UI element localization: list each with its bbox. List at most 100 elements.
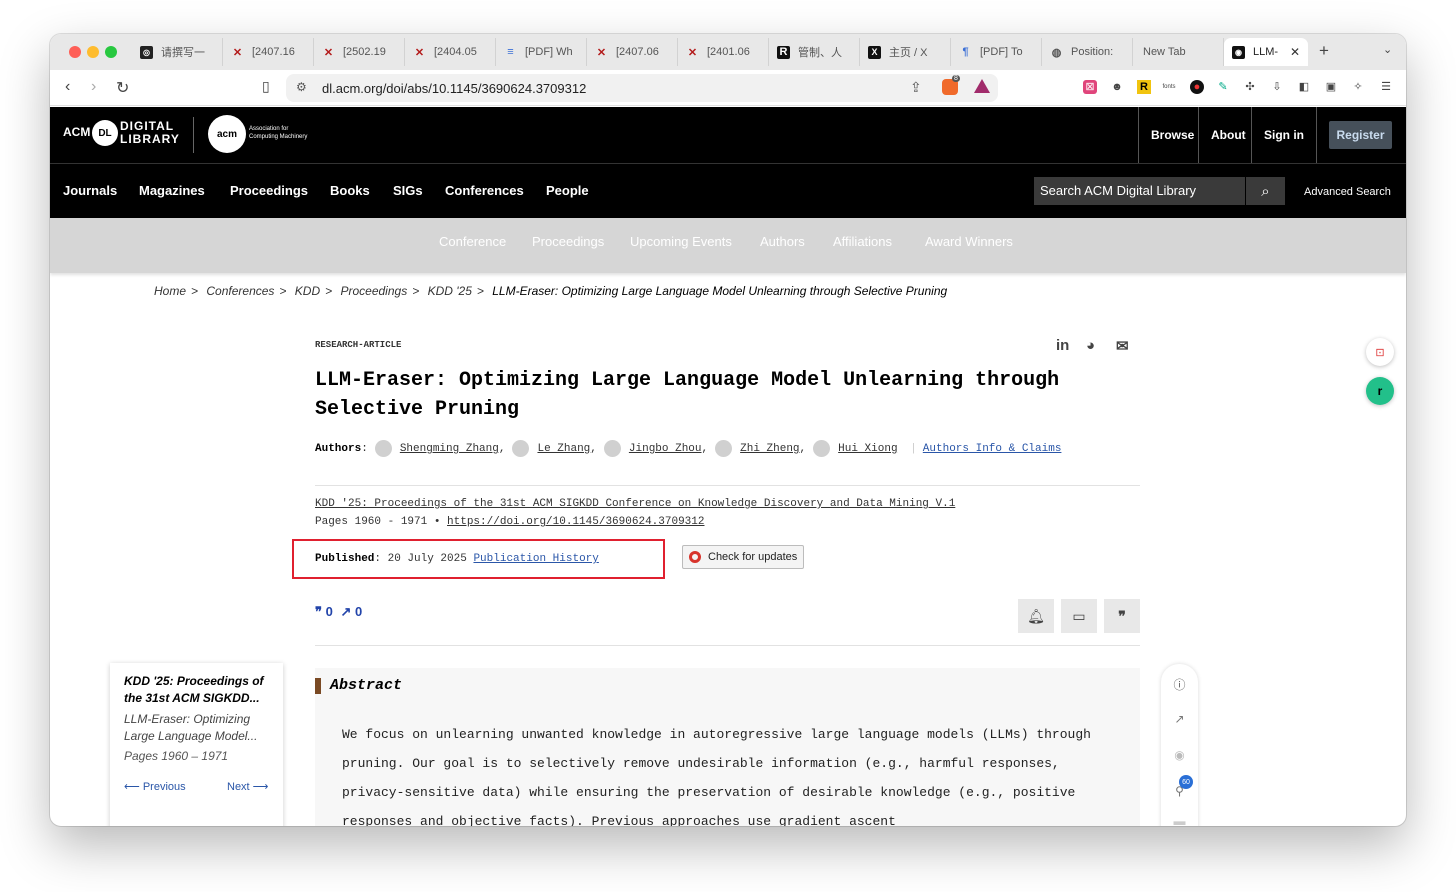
- fonts-extension-icon[interactable]: fonts: [1162, 80, 1176, 94]
- published-date: 20 July 2025: [387, 553, 467, 565]
- extension-icon[interactable]: ⊠: [1083, 80, 1097, 94]
- nav-people[interactable]: People: [546, 183, 589, 198]
- browser-toolbar: ‹ › ↻ ▯ ⚙ dl.acm.org/doi/abs/10.1145/369…: [50, 70, 1406, 106]
- download-count[interactable]: 0: [355, 604, 362, 619]
- browser-tab[interactable]: ≡ [PDF] Wh: [496, 38, 587, 66]
- back-icon[interactable]: ‹: [65, 78, 70, 96]
- breadcrumb-home[interactable]: Home: [154, 284, 186, 298]
- minimize-window-button[interactable]: [87, 46, 99, 58]
- breadcrumb-conferences[interactable]: Conferences: [206, 284, 274, 298]
- browser-tab[interactable]: ✕ [2502.19: [314, 38, 405, 66]
- nav-conferences[interactable]: Conferences: [445, 183, 524, 198]
- forward-icon[interactable]: ›: [91, 78, 96, 96]
- check-for-updates-button[interactable]: Check for updates: [682, 545, 804, 569]
- table-icon[interactable]: ▬: [1161, 814, 1198, 826]
- nav-sigs[interactable]: SIGs: [393, 183, 423, 198]
- email-icon[interactable]: ✉: [1116, 337, 1129, 355]
- advanced-search-link[interactable]: Advanced Search: [1304, 186, 1391, 198]
- assistant-extension-icon[interactable]: r: [1366, 377, 1394, 405]
- citation-count[interactable]: 0: [326, 604, 333, 619]
- folder-plus-icon: ▭: [1072, 607, 1086, 624]
- leo-ai-icon[interactable]: ✧: [1351, 80, 1365, 94]
- screenshot-extension-icon[interactable]: ⊡: [1366, 338, 1394, 366]
- browser-tab[interactable]: ✕ [2404.05: [405, 38, 496, 66]
- nav-proceedings[interactable]: Proceedings: [230, 183, 308, 198]
- nav-magazines[interactable]: Magazines: [139, 183, 205, 198]
- brave-rewards-icon[interactable]: [974, 79, 990, 93]
- bookmark-icon[interactable]: ▯: [262, 78, 270, 95]
- breadcrumb-proceedings[interactable]: Proceedings: [340, 284, 407, 298]
- sidebar-icon[interactable]: ◧: [1297, 80, 1311, 94]
- reload-icon[interactable]: ↻: [116, 78, 129, 98]
- site-settings-icon[interactable]: ⚙: [296, 80, 307, 94]
- subnav-proceedings[interactable]: Proceedings: [532, 234, 604, 249]
- browser-tab[interactable]: ✕ [2401.06: [678, 38, 769, 66]
- browser-tab-active[interactable]: ◉ LLM- ✕: [1224, 38, 1308, 66]
- browser-tab[interactable]: X 主页 / X: [860, 38, 951, 66]
- zoom-window-button[interactable]: [105, 46, 117, 58]
- wallet-icon[interactable]: ▣: [1324, 80, 1338, 94]
- nav-books[interactable]: Books: [330, 183, 370, 198]
- cite-button[interactable]: ❞: [1104, 599, 1140, 633]
- nav-journals[interactable]: Journals: [63, 183, 117, 198]
- author-link[interactable]: Zhi Zheng: [740, 443, 799, 455]
- arxiv-x-icon: ✕: [232, 46, 243, 59]
- publication-history-link[interactable]: Publication History: [473, 553, 598, 565]
- subnav-authors[interactable]: Authors: [760, 234, 805, 249]
- browser-tab[interactable]: R 管制、人: [769, 38, 860, 66]
- breadcrumb-kdd25[interactable]: KDD '25: [428, 284, 472, 298]
- share-icon[interactable]: ⇪: [910, 79, 922, 96]
- extension-icon[interactable]: ☻: [1110, 80, 1124, 94]
- extension-icon[interactable]: ✎: [1216, 80, 1230, 94]
- next-link[interactable]: Next ⟶: [227, 780, 268, 793]
- breadcrumb-kdd[interactable]: KDD: [295, 284, 320, 298]
- proceedings-link[interactable]: KDD '25: Proceedings of the 31st ACM SIG…: [315, 495, 955, 513]
- menu-icon[interactable]: ☰: [1379, 80, 1393, 94]
- search-input[interactable]: Search ACM Digital Library: [1034, 177, 1245, 205]
- browse-link[interactable]: Browse: [1138, 107, 1206, 163]
- reddit-icon[interactable]: ◕: [1086, 337, 1095, 354]
- extensions-puzzle-icon[interactable]: ✣: [1243, 80, 1257, 94]
- linkedin-icon[interactable]: in: [1056, 337, 1069, 354]
- download-icon[interactable]: ⇩: [1270, 80, 1284, 94]
- authors-info-link[interactable]: Authors Info & Claims: [923, 443, 1062, 455]
- chevron-down-icon[interactable]: ⌄: [1383, 43, 1392, 56]
- extension-icon[interactable]: ●: [1190, 80, 1204, 94]
- close-window-button[interactable]: [69, 46, 81, 58]
- subnav-conference[interactable]: Conference: [439, 234, 506, 249]
- chatgpt-icon: ◎: [140, 45, 153, 59]
- sign-in-link[interactable]: Sign in: [1251, 107, 1317, 163]
- browser-tab[interactable]: ◍ Position:: [1042, 38, 1133, 66]
- address-bar[interactable]: ⚙ dl.acm.org/doi/abs/10.1145/3690624.370…: [286, 74, 998, 102]
- register-button[interactable]: Register: [1329, 121, 1392, 149]
- info-icon[interactable]: ⓘ: [1161, 676, 1198, 693]
- article-side-rail: ⓘ ↗ ◉ ⚲ ▬: [1161, 664, 1198, 826]
- previous-link[interactable]: ⟵ Previous: [124, 780, 186, 793]
- eye-icon[interactable]: ◉: [1161, 748, 1198, 762]
- author-link[interactable]: Jingbo Zhou: [629, 443, 702, 455]
- browser-tab[interactable]: New Tab: [1133, 38, 1224, 66]
- published-label: Published: [315, 553, 375, 565]
- new-tab-button[interactable]: +: [1319, 41, 1329, 61]
- acm-logo[interactable]: acm: [208, 115, 246, 153]
- browser-tab[interactable]: ✕ [2407.16: [223, 38, 314, 66]
- browser-tab[interactable]: ✕ [2407.06: [587, 38, 678, 66]
- trend-icon[interactable]: ↗: [1161, 712, 1198, 726]
- browser-tab[interactable]: ◎ 请撰写一: [132, 38, 223, 66]
- add-to-binder-button[interactable]: ▭: [1061, 599, 1097, 633]
- subnav-award-winners[interactable]: Award Winners: [925, 234, 1013, 249]
- author-link[interactable]: Le Zhang: [537, 443, 590, 455]
- doi-link[interactable]: https://doi.org/10.1145/3690624.3709312: [447, 516, 704, 528]
- subnav-upcoming-events[interactable]: Upcoming Events: [630, 234, 732, 249]
- subnav-affiliations[interactable]: Affiliations: [833, 234, 892, 249]
- acm-dl-logo[interactable]: ACM: [63, 125, 90, 139]
- extension-icon[interactable]: R: [1137, 80, 1151, 94]
- search-icon[interactable]: ⌕: [1246, 177, 1285, 205]
- close-tab-icon[interactable]: ✕: [1290, 45, 1300, 59]
- card-title[interactable]: KDD '25: Proceedings of the 31st ACM SIG…: [124, 673, 269, 707]
- author-link[interactable]: Shengming Zhang: [400, 443, 499, 455]
- about-link[interactable]: About: [1198, 107, 1258, 163]
- author-link[interactable]: Hui Xiong: [838, 443, 897, 455]
- browser-tab[interactable]: ¶ [PDF] To: [951, 38, 1042, 66]
- alert-bell-button[interactable]: 🔔︎: [1018, 599, 1054, 633]
